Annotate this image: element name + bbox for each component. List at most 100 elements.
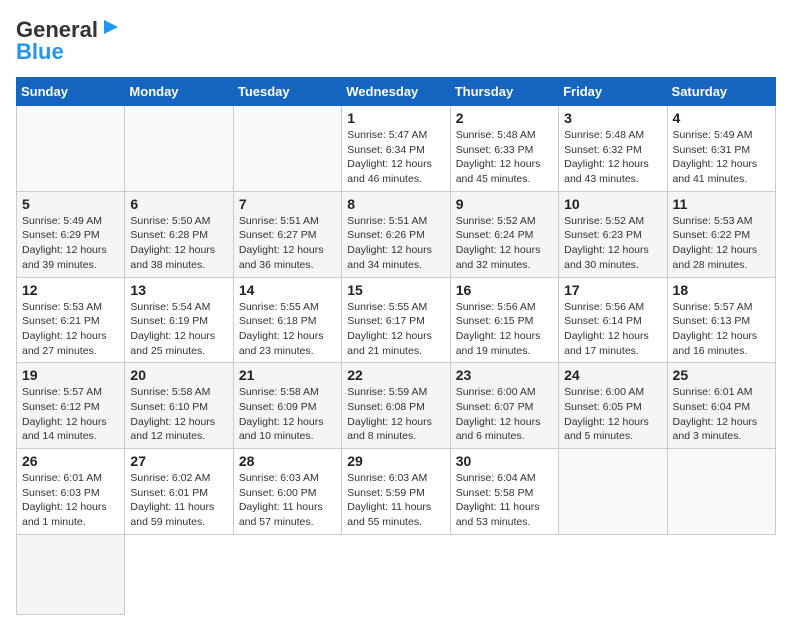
day-info: Sunrise: 5:57 AM Sunset: 6:13 PM Dayligh… [673,300,770,359]
day-info: Sunrise: 5:57 AM Sunset: 6:12 PM Dayligh… [22,385,119,444]
day-info: Sunrise: 6:03 AM Sunset: 5:59 PM Dayligh… [347,471,444,530]
calendar-day-2: 2 Sunrise: 5:48 AM Sunset: 6:33 PM Daylig… [450,106,558,192]
day-info: Sunrise: 5:54 AM Sunset: 6:19 PM Dayligh… [130,300,227,359]
day-info: Sunrise: 5:47 AM Sunset: 6:34 PM Dayligh… [347,128,444,187]
weekday-header-sunday: Sunday [17,78,125,106]
day-number: 16 [456,282,553,298]
calendar-day-13: 13 Sunrise: 5:54 AM Sunset: 6:19 PM Dayli… [125,277,233,363]
day-number: 29 [347,453,444,469]
day-number: 5 [22,196,119,212]
day-number: 24 [564,367,661,383]
day-info: Sunrise: 5:56 AM Sunset: 6:14 PM Dayligh… [564,300,661,359]
calendar-day-6: 6 Sunrise: 5:50 AM Sunset: 6:28 PM Daylig… [125,191,233,277]
day-info: Sunrise: 5:49 AM Sunset: 6:31 PM Dayligh… [673,128,770,187]
day-info: Sunrise: 5:56 AM Sunset: 6:15 PM Dayligh… [456,300,553,359]
day-info: Sunrise: 5:55 AM Sunset: 6:18 PM Dayligh… [239,300,336,359]
day-info: Sunrise: 6:01 AM Sunset: 6:03 PM Dayligh… [22,471,119,530]
calendar-day-empty [17,534,125,614]
day-info: Sunrise: 5:51 AM Sunset: 6:26 PM Dayligh… [347,214,444,273]
calendar-day-20: 20 Sunrise: 5:58 AM Sunset: 6:10 PM Dayli… [125,363,233,449]
day-number: 10 [564,196,661,212]
calendar-day-17: 17 Sunrise: 5:56 AM Sunset: 6:14 PM Dayli… [559,277,667,363]
weekday-header-friday: Friday [559,78,667,106]
day-number: 18 [673,282,770,298]
day-info: Sunrise: 5:50 AM Sunset: 6:28 PM Dayligh… [130,214,227,273]
calendar-day-22: 22Sunrise: 5:59 AM Sunset: 6:08 PM Dayli… [342,363,450,449]
day-info: Sunrise: 6:02 AM Sunset: 6:01 PM Dayligh… [130,471,227,530]
day-number: 1 [347,110,444,126]
calendar-day-11: 11 Sunrise: 5:53 AM Sunset: 6:22 PM Dayli… [667,191,775,277]
weekday-header-wednesday: Wednesday [342,78,450,106]
day-number: 6 [130,196,227,212]
day-number: 4 [673,110,770,126]
calendar-day-19: 19 Sunrise: 5:57 AM Sunset: 6:12 PM Dayli… [17,363,125,449]
calendar-day-8: 8 Sunrise: 5:51 AM Sunset: 6:26 PM Daylig… [342,191,450,277]
day-info: Sunrise: 5:48 AM Sunset: 6:33 PM Dayligh… [456,128,553,187]
day-number: 28 [239,453,336,469]
day-info: Sunrise: 6:00 AM Sunset: 6:05 PM Dayligh… [564,385,661,444]
calendar-day-3: 3 Sunrise: 5:48 AM Sunset: 6:32 PM Daylig… [559,106,667,192]
day-info: Sunrise: 5:59 AM Sunset: 6:08 PM Dayligh… [347,385,444,444]
weekday-header-monday: Monday [125,78,233,106]
day-number: 8 [347,196,444,212]
day-number: 12 [22,282,119,298]
calendar-day-5: 5 Sunrise: 5:49 AM Sunset: 6:29 PM Daylig… [17,191,125,277]
calendar-day-26: 26 Sunrise: 6:01 AM Sunset: 6:03 PM Dayli… [17,449,125,535]
logo-blue: Blue [16,39,64,65]
day-number: 15 [347,282,444,298]
day-number: 30 [456,453,553,469]
weekday-header-tuesday: Tuesday [233,78,341,106]
calendar-day-21: 21 Sunrise: 5:58 AM Sunset: 6:09 PM Dayli… [233,363,341,449]
day-info: Sunrise: 5:51 AM Sunset: 6:27 PM Dayligh… [239,214,336,273]
day-number: 19 [22,367,119,383]
day-info: Sunrise: 5:49 AM Sunset: 6:29 PM Dayligh… [22,214,119,273]
day-number: 11 [673,196,770,212]
calendar-day-28: 28 Sunrise: 6:03 AM Sunset: 6:00 PM Dayli… [233,449,341,535]
day-number: 25 [673,367,770,383]
day-number: 23 [456,367,553,383]
day-number: 13 [130,282,227,298]
day-number: 20 [130,367,227,383]
day-info: Sunrise: 5:58 AM Sunset: 6:09 PM Dayligh… [239,385,336,444]
day-info: Sunrise: 6:01 AM Sunset: 6:04 PM Dayligh… [673,385,770,444]
calendar-day-27: 27 Sunrise: 6:02 AM Sunset: 6:01 PM Dayli… [125,449,233,535]
calendar-day-empty [17,106,125,192]
day-info: Sunrise: 5:58 AM Sunset: 6:10 PM Dayligh… [130,385,227,444]
day-info: Sunrise: 6:03 AM Sunset: 6:00 PM Dayligh… [239,471,336,530]
calendar-day-empty [667,449,775,535]
day-number: 26 [22,453,119,469]
calendar-day-16: 16 Sunrise: 5:56 AM Sunset: 6:15 PM Dayli… [450,277,558,363]
day-number: 3 [564,110,661,126]
calendar-day-18: 18 Sunrise: 5:57 AM Sunset: 6:13 PM Dayli… [667,277,775,363]
calendar-day-15: 15 Sunrise: 5:55 AM Sunset: 6:17 PM Dayli… [342,277,450,363]
calendar-day-30: 30 Sunrise: 6:04 AM Sunset: 5:58 PM Dayli… [450,449,558,535]
weekday-header-thursday: Thursday [450,78,558,106]
day-number: 17 [564,282,661,298]
calendar-day-empty [233,106,341,192]
calendar-day-14: 14 Sunrise: 5:55 AM Sunset: 6:18 PM Dayli… [233,277,341,363]
day-info: Sunrise: 5:52 AM Sunset: 6:23 PM Dayligh… [564,214,661,273]
calendar-day-23: 23 Sunrise: 6:00 AM Sunset: 6:07 PM Dayli… [450,363,558,449]
calendar-day-12: 12Sunrise: 5:53 AM Sunset: 6:21 PM Dayli… [17,277,125,363]
day-info: Sunrise: 6:04 AM Sunset: 5:58 PM Dayligh… [456,471,553,530]
calendar-day-25: 25 Sunrise: 6:01 AM Sunset: 6:04 PM Dayli… [667,363,775,449]
logo: General Blue [16,16,122,65]
calendar-day-empty [559,449,667,535]
day-number: 7 [239,196,336,212]
day-number: 14 [239,282,336,298]
weekday-header-saturday: Saturday [667,78,775,106]
day-number: 2 [456,110,553,126]
calendar-day-7: 7 Sunrise: 5:51 AM Sunset: 6:27 PM Daylig… [233,191,341,277]
calendar-day-29: 29 Sunrise: 6:03 AM Sunset: 5:59 PM Dayli… [342,449,450,535]
day-info: Sunrise: 5:52 AM Sunset: 6:24 PM Dayligh… [456,214,553,273]
calendar-day-1: 1 Sunrise: 5:47 AM Sunset: 6:34 PM Daylig… [342,106,450,192]
day-number: 21 [239,367,336,383]
calendar-table: SundayMondayTuesdayWednesdayThursdayFrid… [16,77,776,615]
day-info: Sunrise: 5:53 AM Sunset: 6:22 PM Dayligh… [673,214,770,273]
day-info: Sunrise: 5:48 AM Sunset: 6:32 PM Dayligh… [564,128,661,187]
day-number: 27 [130,453,227,469]
logo-arrow-icon [100,16,122,38]
calendar-day-empty [125,106,233,192]
day-info: Sunrise: 6:00 AM Sunset: 6:07 PM Dayligh… [456,385,553,444]
day-info: Sunrise: 5:55 AM Sunset: 6:17 PM Dayligh… [347,300,444,359]
